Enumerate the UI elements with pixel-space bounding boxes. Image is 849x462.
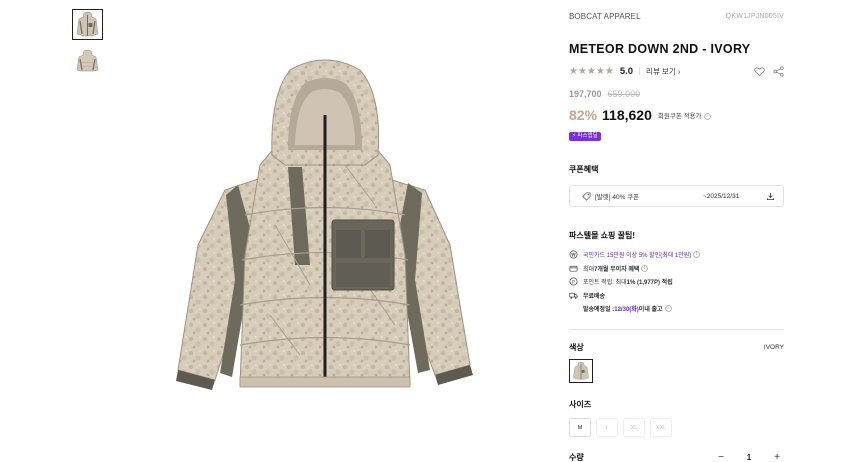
ship-date-value: 12/30(화) — [614, 307, 639, 313]
quantity-label: 수량 — [569, 452, 584, 462]
size-label: 사이즈 — [569, 400, 592, 409]
heart-icon[interactable] — [754, 66, 765, 77]
points-prefix: 포인트 적립: 최대 — [583, 280, 627, 287]
sale-price: 197,700 — [569, 89, 602, 99]
svg-text:₩: ₩ — [571, 253, 576, 259]
tip-card-discount: ₩ 국민카드 15만원 이상 5% 할인(최대 1만원) i — [569, 248, 784, 262]
size-options: M L XL XXL — [569, 418, 784, 437]
quantity-decrease-button[interactable]: − — [714, 452, 728, 462]
original-price-row: 197,700 659,000 — [569, 89, 784, 101]
quantity-stepper: − 1 + — [714, 452, 784, 462]
divider — [569, 329, 784, 330]
size-option-m[interactable]: M — [569, 418, 591, 437]
info-icon[interactable]: i — [703, 112, 711, 120]
rating-row: ★★★★★ 5.0 리뷰 보기 › — [569, 64, 784, 78]
info-icon[interactable]: i — [693, 251, 701, 259]
thumbnail-back[interactable] — [72, 46, 103, 77]
color-label: 색상 — [569, 342, 584, 352]
divider — [639, 67, 641, 75]
quantity-row: 수량 − 1 + — [569, 451, 784, 462]
installment-text: 7개월 무이자 혜택 — [594, 266, 640, 273]
star-rating-icon: ★★★★★ — [569, 65, 614, 77]
ship-date-row: 발송예정일 : 12/30(화) 이내 출고 i — [569, 302, 784, 315]
free-shipping-text: 무료배송 — [583, 293, 606, 300]
info-icon[interactable]: i — [641, 264, 649, 272]
card-icon — [569, 265, 578, 272]
coupon-item[interactable]: [발렛] 40% 쿠폰 ~2025/12/31 — [569, 185, 784, 207]
jacket-illustration — [176, 59, 473, 390]
quantity-increase-button[interactable]: + — [770, 452, 784, 462]
points-icon: P — [569, 277, 578, 286]
size-option-l[interactable]: L — [596, 418, 618, 437]
thumbnail-list — [72, 9, 103, 83]
color-swatch-ivory[interactable] — [569, 359, 593, 383]
coupon-applied-note: 회원쿠폰 적용가 i — [658, 110, 711, 120]
shopping-tips-list: ₩ 국민카드 15만원 이상 5% 할인(최대 1만원) i 최대 7개월 무이자… — [569, 248, 784, 315]
coupon-section-title: 쿠폰혜택 — [569, 165, 599, 174]
ship-date-label: 발송예정일 : — [583, 307, 615, 313]
list-price-strikethrough: 659,000 — [607, 89, 641, 99]
color-option-row: 색상 IVORY — [569, 342, 784, 352]
product-title: METEOR DOWN 2ND - IVORY — [569, 42, 751, 56]
svg-text:P: P — [572, 280, 575, 286]
size-option-xxl[interactable]: XXL — [650, 418, 672, 437]
share-icon[interactable] — [773, 65, 784, 77]
product-actions — [754, 65, 784, 77]
tip-shipping: 무료배송 — [569, 289, 784, 303]
truck-icon — [569, 292, 578, 299]
selected-color-value: IVORY — [763, 343, 784, 351]
quantity-value[interactable]: 1 — [734, 453, 764, 462]
product-info-panel: BOBCAT APPAREL QKW1JPJN005IV METEOR DOWN… — [569, 0, 784, 462]
tag-icon — [582, 192, 591, 201]
points-text: 1% (1,977P) 적립 — [626, 280, 673, 287]
discount-rate: 82% — [569, 107, 598, 123]
jacket-thumbnail-image — [76, 11, 99, 37]
ship-date-suffix: 이내 출고 — [638, 307, 663, 313]
tip-points: P 포인트 적립: 최대 1% (1,977P) 적립 — [569, 275, 784, 289]
card-discount-text[interactable]: 국민카드 15만원 이상 5% 할인(최대 1만원) — [583, 250, 691, 259]
thumbnail-front[interactable] — [72, 9, 103, 40]
download-icon[interactable] — [766, 192, 775, 201]
brand-name[interactable]: BOBCAT APPAREL — [569, 12, 641, 21]
final-price: 118,620 — [602, 107, 652, 123]
coupon-name: [발렛] 40% 쿠폰 — [595, 194, 640, 201]
jacket-back-thumbnail-image — [76, 49, 99, 72]
product-main-image — [160, 55, 490, 400]
info-icon[interactable]: i — [664, 305, 672, 312]
size-option-xl[interactable]: XL — [623, 418, 645, 437]
coupon-applied-label: 회원쿠폰 적용가 — [657, 113, 702, 120]
product-code: QKW1JPJN005IV — [725, 12, 784, 20]
final-price-row: 82% 118,620 회원쿠폰 적용가 i — [569, 106, 784, 124]
app-deal-badge: ⚡ 파스앱딜 — [569, 132, 601, 141]
rating-score: 5.0 — [619, 65, 634, 77]
installment-prefix: 최대 — [583, 266, 595, 273]
review-link[interactable]: 리뷰 보기 › — [646, 66, 680, 77]
coupon-expiry: ~2025/12/31 — [703, 192, 740, 200]
tip-installment: 최대 7개월 무이자 혜택 i — [569, 262, 784, 276]
jacket-swatch-image — [573, 361, 589, 380]
brand-row: BOBCAT APPAREL QKW1JPJN005IV — [569, 10, 784, 22]
shopping-tips-title: 파스텔몰 쇼핑 꿀팁! — [569, 231, 635, 240]
coin-icon: ₩ — [569, 250, 578, 259]
